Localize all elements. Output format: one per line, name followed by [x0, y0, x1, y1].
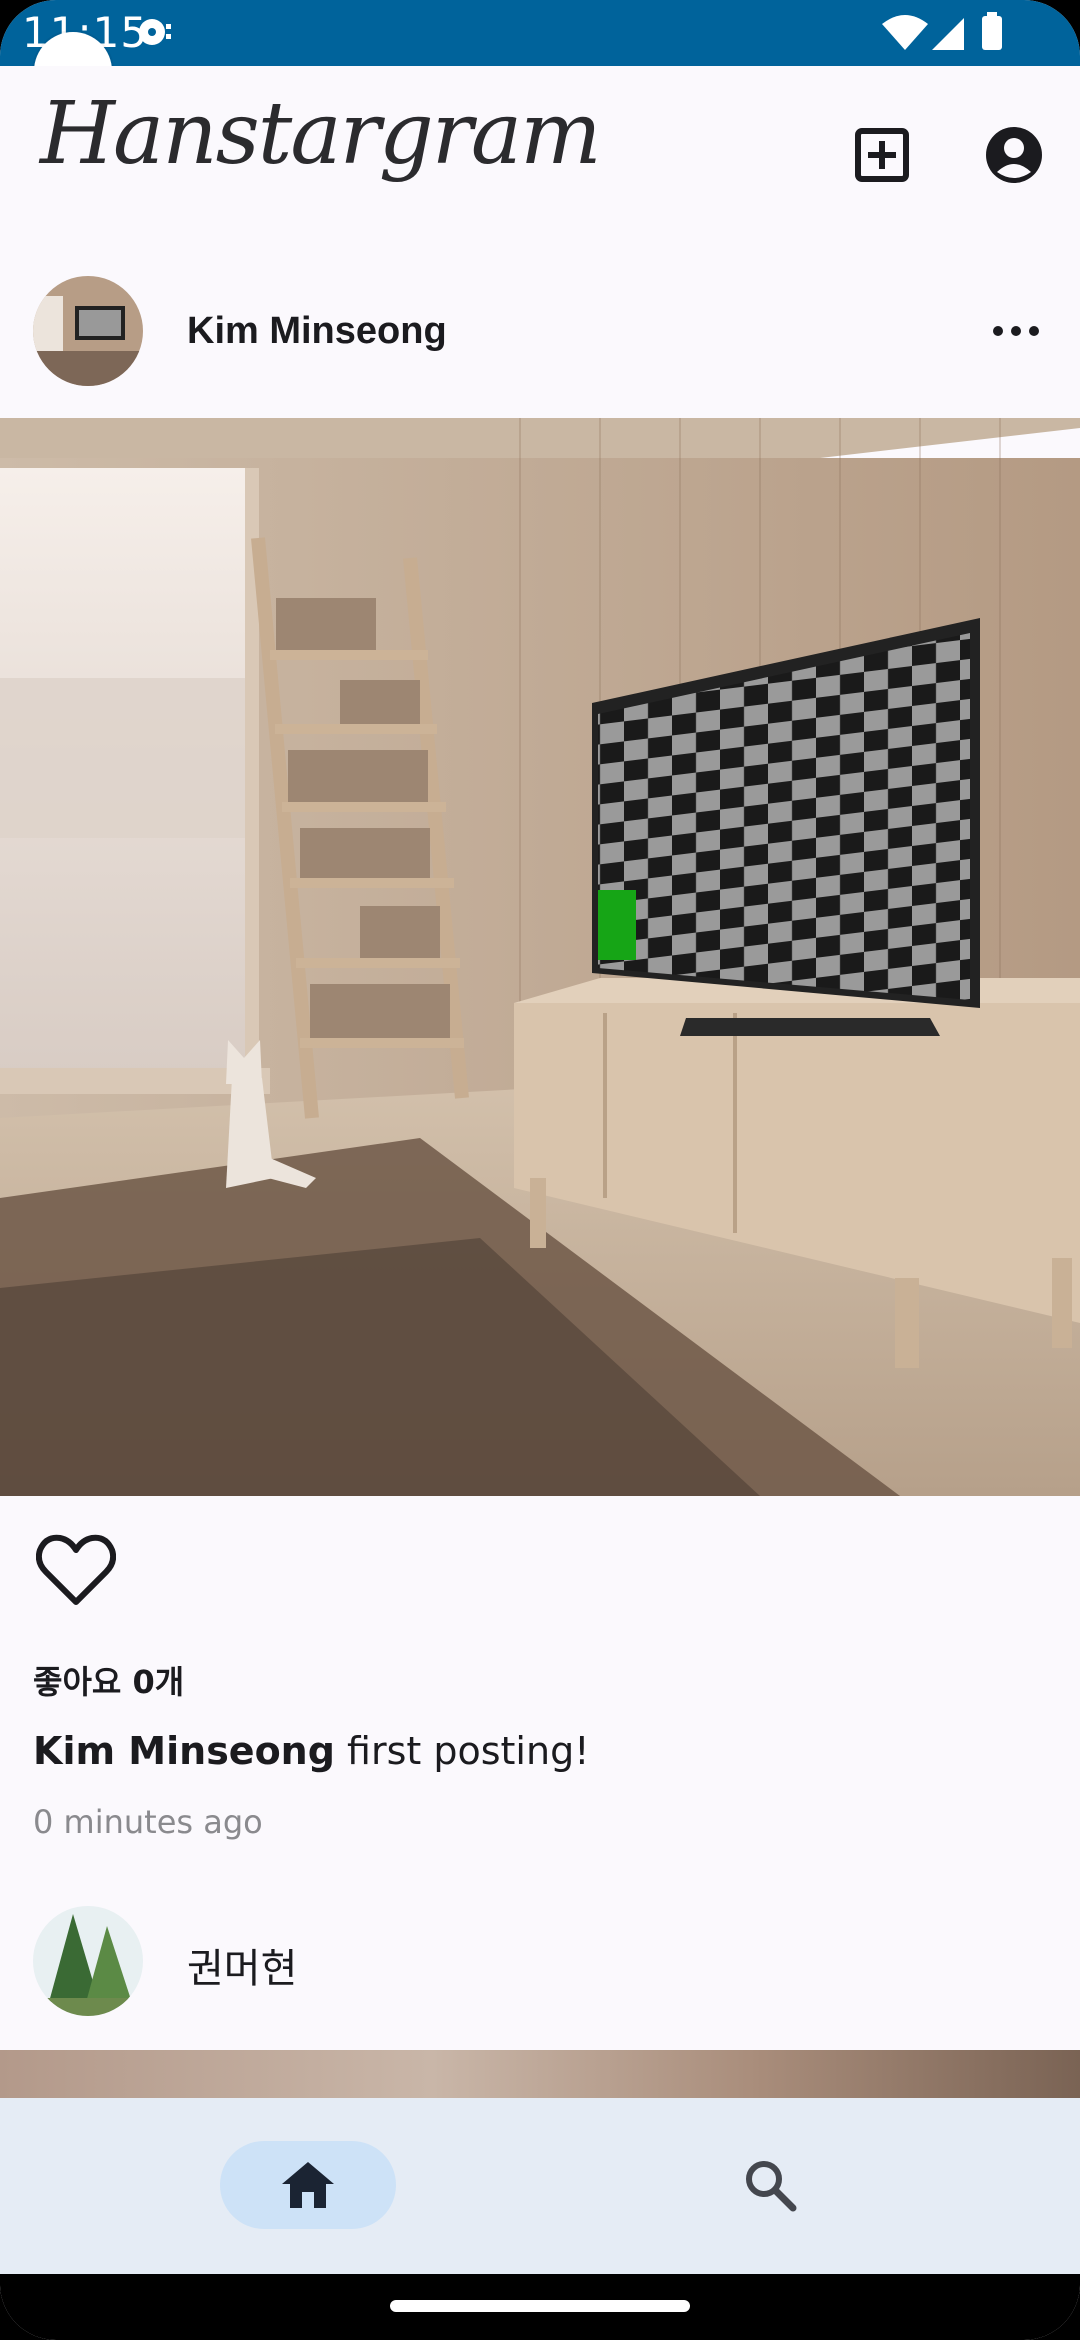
nav-home[interactable]: [220, 2141, 396, 2229]
nav-search[interactable]: [682, 2141, 858, 2229]
post-author-name[interactable]: Kim Minseong: [187, 310, 447, 353]
post-header: Kim Minseong: [0, 244, 1080, 418]
next-post-header: 권머현: [0, 1880, 1080, 2050]
wifi-icon: [880, 14, 930, 57]
account-icon: [986, 127, 1042, 183]
caption-text: first posting!: [334, 1729, 590, 1773]
status-bar: 11:15: [0, 0, 1080, 66]
more-horizontal-icon: [993, 326, 1039, 336]
next-post-image-peek[interactable]: [0, 2050, 1080, 2100]
app-logo: Hanstargram: [40, 84, 602, 184]
like-button[interactable]: [35, 1534, 117, 1610]
post-timestamp: 0 minutes ago: [33, 1803, 263, 1841]
author-avatar[interactable]: [33, 276, 143, 386]
next-author-avatar[interactable]: [33, 1906, 143, 2016]
next-post-author-name[interactable]: 권머현: [187, 1936, 297, 1994]
add-post-button[interactable]: [850, 123, 914, 187]
likes-count: 좋아요 0개: [33, 1663, 185, 1701]
app-bar: Hanstargram: [0, 66, 1080, 244]
signal-icon: [928, 14, 968, 57]
app-screen: 11:15 Hanstargram Kim Minseong 좋아요 0개 Ki…: [0, 0, 1080, 2340]
search-icon: [746, 2161, 797, 2212]
home-icon: [282, 2162, 334, 2208]
home-gesture-pill[interactable]: [390, 2300, 690, 2312]
heart-outline-icon: [35, 1534, 117, 1605]
battery-icon: [980, 12, 1004, 57]
account-button[interactable]: [982, 123, 1046, 187]
gesture-area: [0, 2274, 1080, 2340]
caption-author[interactable]: Kim Minseong: [33, 1729, 335, 1773]
more-options-button[interactable]: [988, 314, 1044, 348]
post-caption: Kim Minseong first posting!: [33, 1729, 589, 1773]
add-post-icon: [855, 128, 909, 182]
media-icon: [136, 14, 176, 55]
post-image[interactable]: [0, 418, 1080, 1496]
bottom-navigation: [0, 2098, 1080, 2274]
